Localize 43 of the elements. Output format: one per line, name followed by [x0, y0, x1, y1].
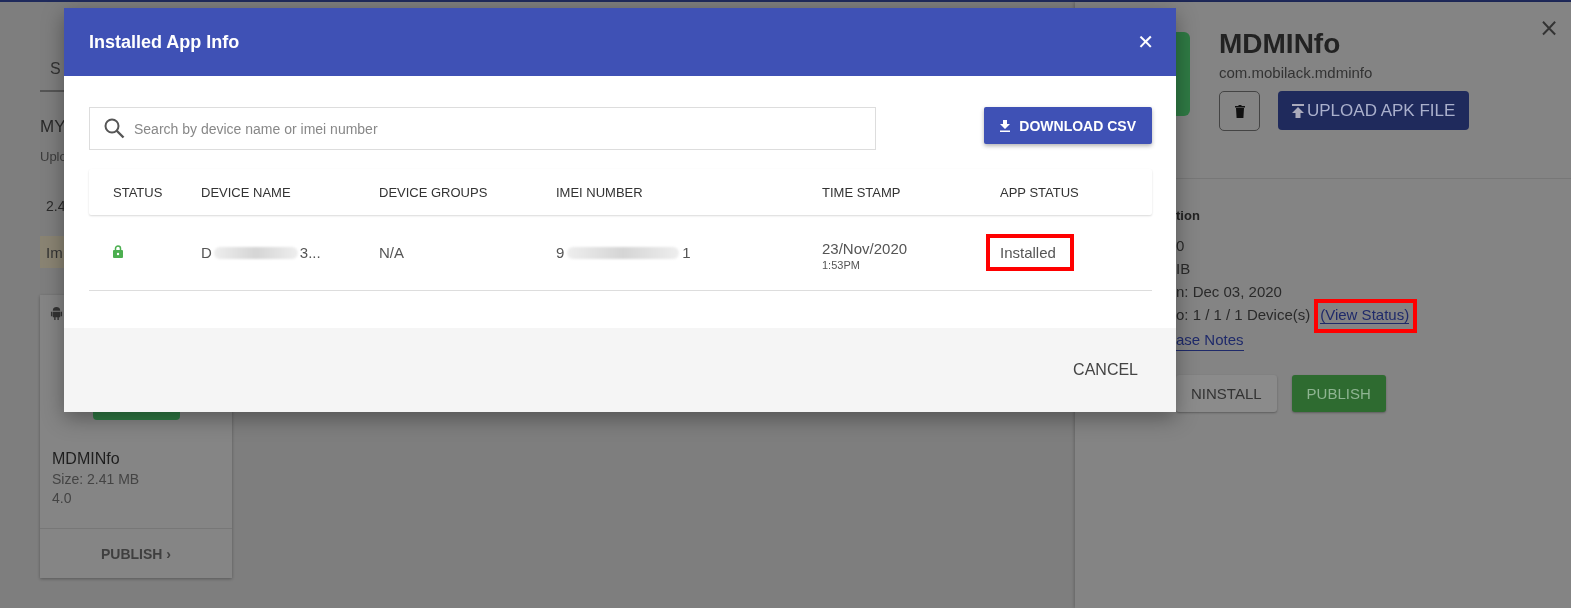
- search-field[interactable]: Search by device name or imei number: [89, 107, 876, 150]
- upload-icon: [1292, 103, 1304, 118]
- column-header: DEVICE NAME: [201, 184, 292, 200]
- table-cell: 1: [682, 244, 691, 261]
- app-version: 4.0: [52, 490, 72, 506]
- package-name: com.mobilack.mdminfo: [1219, 64, 1373, 81]
- upload-button[interactable]: UPLOAD APK FILE: [1278, 91, 1470, 130]
- download-icon: [1000, 119, 1011, 132]
- dialog-title: Installed App Info: [89, 31, 240, 53]
- app-name: MDMINfo: [52, 450, 120, 468]
- uninstall-button[interactable]: NINSTALL: [1176, 375, 1277, 412]
- detail-text: 0: [1176, 237, 1185, 254]
- column-header: DEVICE GROUPS: [379, 184, 489, 200]
- cancel-button[interactable]: CANCEL: [1067, 360, 1144, 380]
- detail-text: IB: [1176, 260, 1191, 277]
- app-status-text: Installed: [986, 234, 1074, 271]
- publish-button[interactable]: PUBLISH: [1291, 375, 1386, 412]
- app-title: MDMINfo: [1219, 30, 1341, 58]
- delete-button[interactable]: [1219, 91, 1260, 131]
- time-text: 1:53PM: [822, 259, 861, 271]
- detail-text: o: 1 / 1 / 1 Device(s): [1176, 306, 1311, 323]
- publish-link[interactable]: PUBLISH ›: [95, 544, 177, 563]
- download-button[interactable]: DOWNLOAD CSV: [984, 107, 1152, 144]
- size-text: 2.4: [46, 198, 66, 214]
- date-text: 23/Nov/2020: [822, 240, 909, 257]
- app-size: Size: 2.41 MB: [52, 471, 140, 487]
- table-cell: D: [201, 244, 212, 261]
- table-cell: 3...: [299, 244, 321, 261]
- view-status-link[interactable]: (View Status): [1320, 306, 1410, 324]
- trash-icon: [1234, 104, 1245, 118]
- android-icon: [50, 306, 63, 321]
- column-header: TIME STAMP: [822, 184, 902, 200]
- tab-label[interactable]: S: [50, 60, 61, 78]
- column-header: IMEI NUMBER: [556, 184, 644, 200]
- detail-text: n: Dec 03, 2020: [1176, 283, 1282, 300]
- table-cell: 9: [556, 244, 565, 261]
- close-button[interactable]: ✕: [1137, 30, 1154, 54]
- section-heading: tion: [1176, 208, 1200, 223]
- column-header: APP STATUS: [1000, 184, 1080, 200]
- app-icon: [1176, 32, 1190, 116]
- table-cell-text: N/A: [379, 244, 405, 261]
- column-header: STATUS: [113, 184, 164, 200]
- section-title: MY: [40, 117, 66, 137]
